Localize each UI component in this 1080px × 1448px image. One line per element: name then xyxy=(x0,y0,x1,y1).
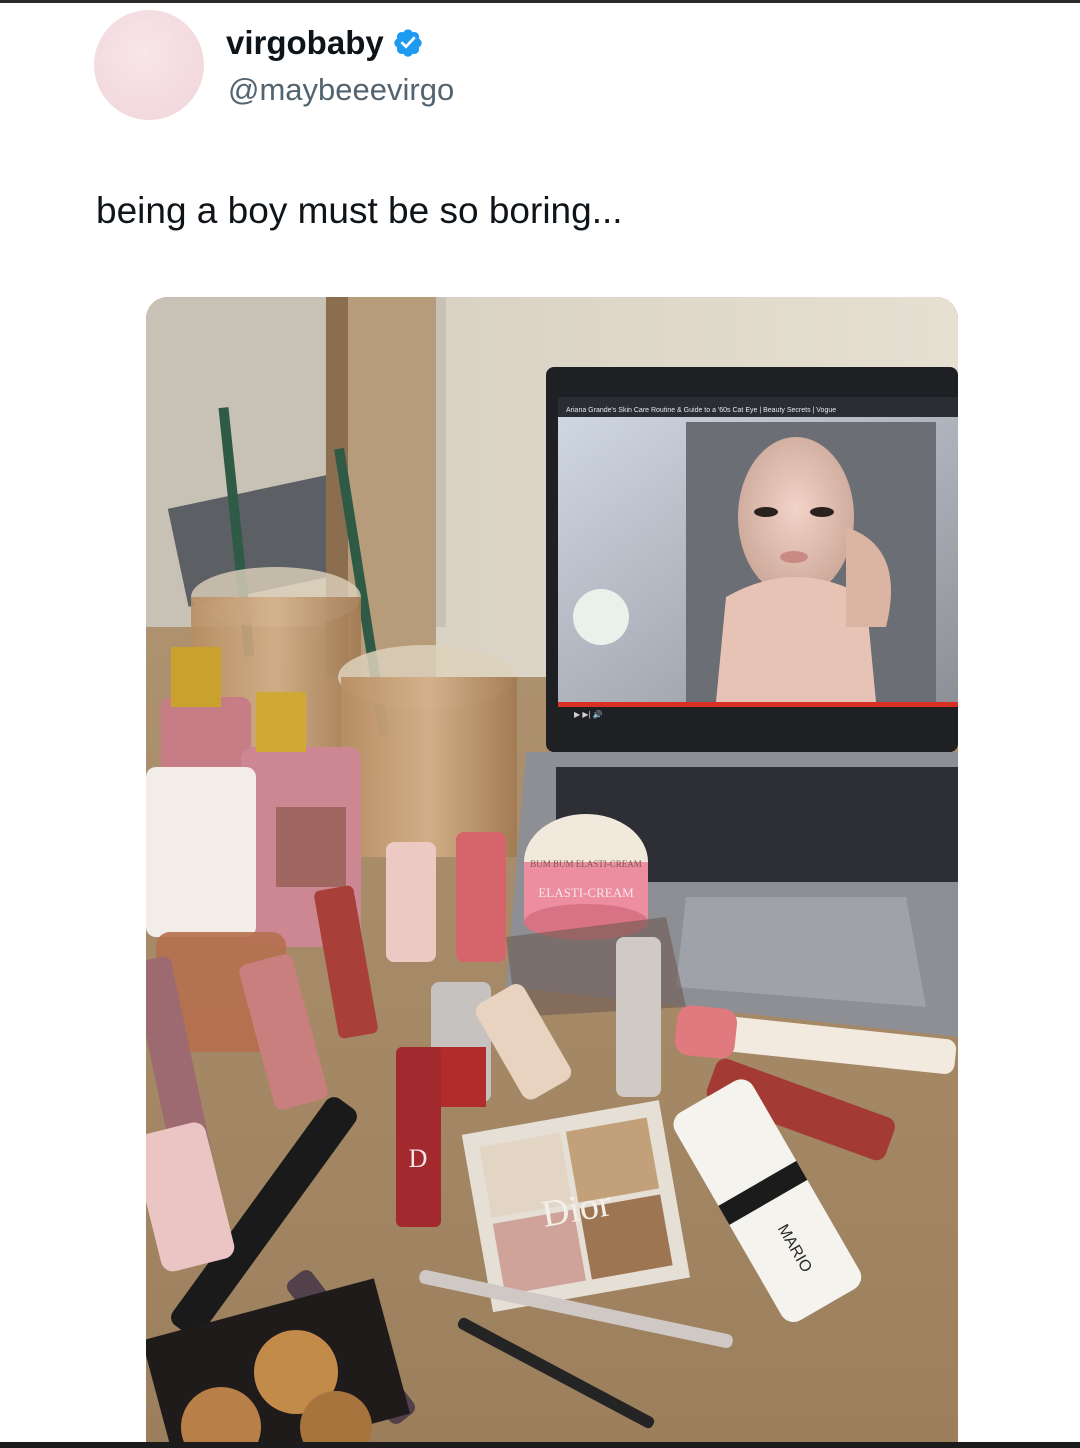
video-flowers xyxy=(573,589,629,645)
top-divider xyxy=(0,0,1080,3)
dior-lip-oil: D xyxy=(396,1047,441,1227)
cream-label-top: BUM BUM ELASTI-CREAM xyxy=(530,859,642,869)
iced-coffee-cup xyxy=(338,645,517,857)
video-face xyxy=(738,437,854,597)
bottom-divider xyxy=(0,1442,1080,1448)
handle[interactable]: @maybeeevirgo xyxy=(228,72,454,108)
dior-forever-bottle xyxy=(616,937,661,1097)
verified-badge-icon xyxy=(392,27,424,59)
video-progress-bar xyxy=(558,702,958,707)
cream-label: ELASTI-CREAM xyxy=(538,885,634,900)
cream-jar: ELASTI-CREAM BUM BUM ELASTI-CREAM xyxy=(524,814,648,940)
dior-palette: Dior xyxy=(461,1100,691,1313)
display-name[interactable]: virgobaby xyxy=(226,24,384,62)
author-name-row: virgobaby xyxy=(226,24,424,62)
svg-text:D: D xyxy=(409,1144,428,1173)
svg-text:▶ ▶| 🔊: ▶ ▶| 🔊 xyxy=(574,709,603,719)
video-title: Ariana Grande's Skin Care Routine & Guid… xyxy=(566,407,836,414)
nail-polish xyxy=(386,842,436,962)
avatar[interactable] xyxy=(94,10,204,120)
tweet-photo[interactable]: Ariana Grande's Skin Care Routine & Guid… xyxy=(146,297,958,1442)
tweet-text: being a boy must be so boring... xyxy=(96,190,623,231)
lip-tint xyxy=(456,832,506,962)
